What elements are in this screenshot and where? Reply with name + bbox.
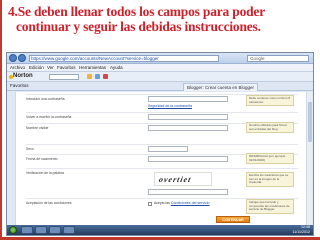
form-row (26, 144, 298, 145)
confirm-password-field[interactable] (148, 114, 228, 120)
terms-checkbox[interactable] (148, 202, 152, 206)
browser-search-placeholder: Google (250, 56, 265, 61)
taskbar-media-icon[interactable] (49, 226, 61, 234)
clock-date: 11/11/2012 (292, 229, 310, 234)
password-strength-link[interactable]: Seguridad de la contraseña (148, 104, 192, 108)
norton-label[interactable]: Norton (13, 73, 33, 79)
captcha-image: overtiet (154, 172, 212, 186)
scrollbar-thumb[interactable] (308, 102, 312, 142)
captcha-text: overtiet (158, 175, 193, 184)
terms-link[interactable]: Condiciones del servicio (171, 201, 210, 205)
birthdate-field[interactable] (148, 156, 228, 162)
menu-herramientas[interactable]: Herramientas (79, 65, 106, 71)
display-name-tip: Nombre utilizado para firmar sus entrada… (246, 122, 294, 134)
gender-label: Sexo (26, 147, 34, 151)
captcha-input[interactable] (148, 189, 228, 195)
taskbar-clock: 12:48 11/11/2012 (293, 225, 310, 234)
slide-border-left (0, 0, 2, 240)
slide-title-line-2: continuar y seguir las debidas instrucci… (16, 19, 261, 34)
address-text: https://www.google.com/accounts/NewAccou… (31, 56, 159, 61)
toolbar-tool-icon[interactable] (95, 74, 100, 79)
taskbar-ie-icon[interactable] (21, 226, 33, 234)
start-button-icon[interactable] (9, 226, 17, 234)
password-field[interactable] (148, 96, 228, 102)
password-label: Introducir una contraseña (26, 97, 65, 101)
forward-icon[interactable] (18, 54, 26, 62)
form-row (26, 168, 298, 169)
tab-bar: Favoritos Blogger: Crear cuenta en Blogg… (7, 82, 313, 91)
continue-button[interactable]: CONTINUAR (216, 216, 250, 223)
slide-title-line-1: 4.Se deben llenar todos los campos para … (8, 4, 266, 19)
signup-form: Introducir una contraseña Seguridad de l… (15, 92, 307, 227)
form-row (26, 112, 298, 113)
address-bar: https://www.google.com/accounts/NewAccou… (7, 53, 313, 64)
vertical-scrollbar[interactable] (306, 92, 312, 227)
menu-favoritos[interactable]: Favoritos (57, 65, 76, 71)
password-tip: Debe contener como mínimo 8 caracteres. (246, 95, 294, 107)
taskbar-folder-icon[interactable] (35, 226, 47, 234)
terms-label: Aceptación de las condiciones (26, 201, 72, 205)
taskbar-app-icon[interactable] (63, 226, 75, 234)
word-verification-tip: Escriba los caracteres que se ven en la … (246, 172, 294, 187)
favorites-button[interactable]: Favoritos (10, 83, 29, 88)
toolbar-tool-icon[interactable] (87, 74, 92, 79)
menu-ver[interactable]: Ver (47, 65, 54, 71)
slide-title: 4.Se deben llenar todos los campos para … (8, 4, 314, 34)
birthdate-label: Fecha de nacimiento (26, 157, 58, 161)
menu-edicion[interactable]: Edición (29, 65, 44, 71)
terms-tip: Indique que ha leído y comprende las con… (246, 199, 294, 214)
terms-checkbox-label: Acepto las Condiciones del servicio (154, 201, 210, 205)
back-icon[interactable] (9, 54, 17, 62)
menu-ayuda[interactable]: Ayuda (110, 65, 123, 71)
word-verification-label: Verificación de la palabra (26, 171, 64, 175)
browser-screenshot: https://www.google.com/accounts/NewAccou… (6, 52, 314, 236)
windows-taskbar: 12:48 11/11/2012 (7, 225, 313, 235)
clock-time: 12:48 (301, 225, 310, 229)
confirm-password-label: Volver a escribir la contraseña (26, 115, 72, 119)
toolbar-tool-icon[interactable] (103, 74, 108, 79)
menu-bar: Archivo Edición Ver Favoritos Herramient… (7, 64, 313, 72)
toolbar-search-input[interactable] (49, 74, 79, 80)
birthdate-tip: DD/MM/AAAA (por ejemplo, 01/01/2000) (246, 153, 294, 165)
norton-toolbar: Norton (7, 72, 313, 82)
terms-prefix: Acepto las (154, 201, 170, 205)
menu-archivo[interactable]: Archivo (10, 65, 25, 71)
tab-blogger[interactable]: Blogger: Crear cuenta en Blogger (183, 83, 259, 91)
display-name-field[interactable] (148, 125, 228, 131)
gender-select[interactable] (148, 146, 188, 152)
display-name-label: Nombre visible (26, 126, 49, 130)
